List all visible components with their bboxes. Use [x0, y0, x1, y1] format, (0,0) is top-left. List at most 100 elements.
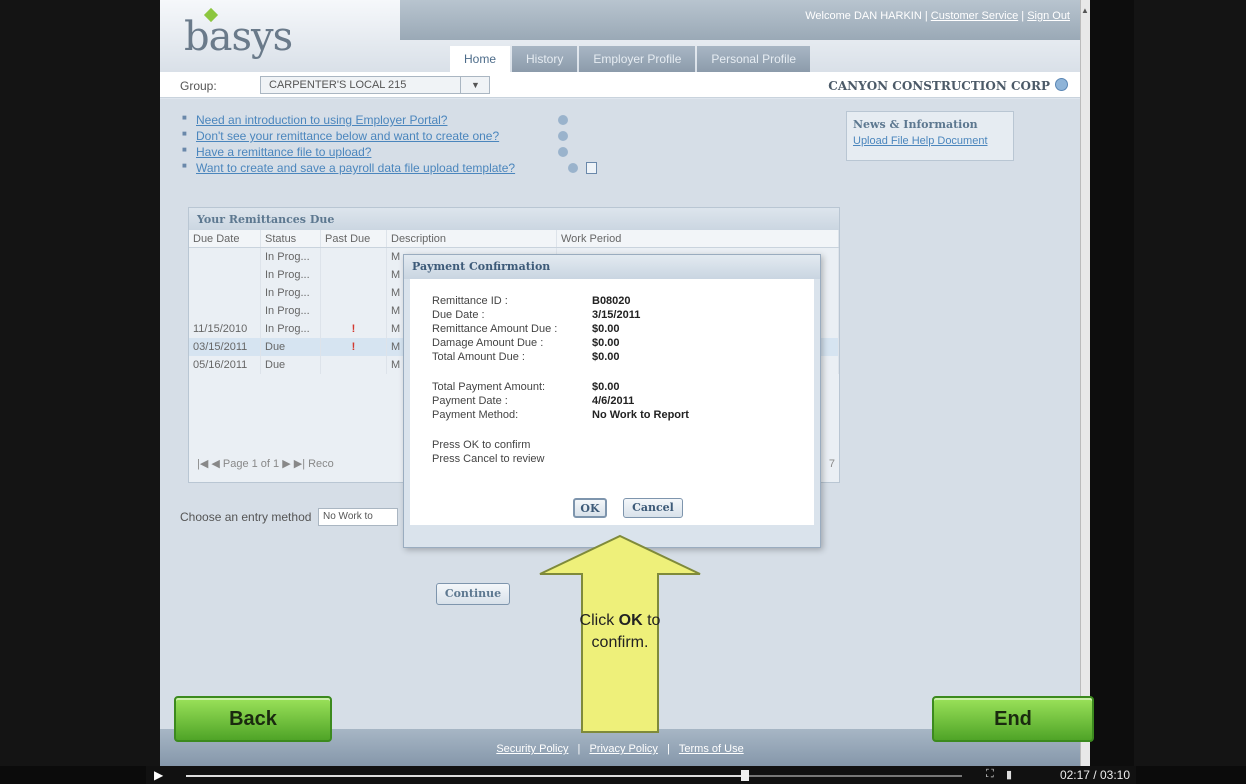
terms-of-use-link[interactable]: Terms of Use	[679, 743, 744, 755]
logo: basys	[184, 14, 293, 60]
cell-status: In Prog...	[261, 320, 321, 338]
fullscreen-icon[interactable]: ⛶	[986, 768, 994, 781]
company-name: CANYON CONSTRUCTION CORP	[828, 79, 1050, 93]
separator: |	[1021, 10, 1025, 22]
field-label: Total Payment Amount:	[432, 381, 546, 393]
separator: |	[666, 743, 670, 755]
cell-due: 11/15/2010	[189, 320, 261, 338]
cell-past-due	[321, 248, 387, 266]
scroll-up-icon[interactable]: ▲	[1081, 6, 1089, 15]
link-upload-template[interactable]: Want to create and save a payroll data f…	[182, 161, 515, 177]
user-links: Welcome DAN HARKIN | Customer Service | …	[805, 10, 1070, 22]
cell-status: Due	[261, 338, 321, 356]
col-past-due[interactable]: Past Due	[321, 230, 387, 247]
pager[interactable]: |◀ ◀ Page 1 of 1 ▶ ▶| Reco	[197, 457, 334, 470]
group-label: Group:	[180, 79, 217, 93]
group-select[interactable]: CARPENTER'S LOCAL 215	[260, 76, 490, 94]
cell-status: In Prog...	[261, 248, 321, 266]
cell-status: In Prog...	[261, 266, 321, 284]
cell-past-due	[321, 266, 387, 284]
seek-handle[interactable]	[740, 770, 749, 781]
field-label: Due Date :	[432, 309, 485, 321]
tab-history[interactable]: History	[512, 46, 578, 72]
callout-text-pre: Click	[579, 612, 619, 629]
group-bar: Group: CARPENTER'S LOCAL 215 ▼ CANYON CO…	[160, 72, 1080, 98]
link-upload-file[interactable]: Have a remittance file to upload?	[182, 145, 515, 161]
welcome-text: Welcome DAN HARKIN |	[805, 10, 928, 22]
end-button[interactable]: End	[932, 696, 1094, 742]
header: basys Welcome DAN HARKIN | Customer Serv…	[160, 0, 1080, 72]
separator: |	[577, 743, 581, 755]
video-frame: basys Welcome DAN HARKIN | Customer Serv…	[0, 0, 1246, 784]
help-icon[interactable]	[558, 115, 568, 125]
left-letterbox	[0, 0, 160, 766]
news-panel: News & Information Upload File Help Docu…	[846, 111, 1014, 161]
damage-amount-value: $0.00	[592, 337, 620, 349]
entry-method-label: Choose an entry method	[180, 510, 312, 524]
help-icon[interactable]	[558, 131, 568, 141]
ok-instruction: Press OK to confirm	[432, 439, 531, 451]
dialog-title: Payment Confirmation	[404, 255, 820, 279]
due-date-value: 3/15/2011	[592, 309, 641, 321]
news-title: News & Information	[853, 118, 978, 131]
cell-due	[189, 284, 261, 302]
cell-past-due	[321, 284, 387, 302]
help-icon[interactable]	[568, 163, 578, 173]
callout-text: Click OK to confirm.	[530, 610, 710, 654]
cell-due	[189, 248, 261, 266]
callout-text-bold: OK	[618, 612, 643, 629]
customer-service-link[interactable]: Customer Service	[931, 10, 1018, 22]
cell-past-due: !	[321, 320, 387, 338]
cell-status: In Prog...	[261, 284, 321, 302]
back-button[interactable]: Back	[174, 696, 332, 742]
link-intro[interactable]: Need an introduction to using Employer P…	[182, 113, 515, 129]
right-letterbox	[1134, 0, 1246, 766]
security-policy-link[interactable]: Security Policy	[496, 743, 568, 755]
payment-date-value: 4/6/2011	[592, 395, 635, 407]
cell-past-due	[321, 302, 387, 320]
video-player-bar: ▶ ⛶ ▮ 02:17 / 03:10	[146, 766, 1136, 784]
remittances-title: Your Remittances Due	[189, 208, 839, 230]
cell-due	[189, 266, 261, 284]
vertical-scrollbar[interactable]	[1080, 0, 1090, 766]
cell-past-due	[321, 356, 387, 374]
remittance-id-value: B08020	[592, 295, 631, 307]
remittance-amount-value: $0.00	[592, 323, 620, 335]
tab-employer-profile[interactable]: Employer Profile	[579, 46, 696, 72]
play-icon[interactable]: ▶	[154, 768, 163, 782]
callout-text-post: to	[642, 612, 661, 629]
cancel-button[interactable]: Cancel	[623, 498, 683, 518]
cell-past-due: !	[321, 338, 387, 356]
col-due-date[interactable]: Due Date	[189, 230, 261, 247]
tab-personal-profile[interactable]: Personal Profile	[697, 46, 811, 72]
pager-count: 7	[828, 458, 835, 470]
help-icon[interactable]	[558, 147, 568, 157]
cell-status: Due	[261, 356, 321, 374]
chevron-down-icon[interactable]: ▼	[460, 76, 490, 94]
continue-button[interactable]: Continue	[436, 583, 510, 605]
seek-progress	[186, 775, 745, 777]
col-status[interactable]: Status	[261, 230, 321, 247]
volume-icon[interactable]: ▮	[1006, 768, 1012, 781]
cell-due: 05/16/2011	[189, 356, 261, 374]
cell-due	[189, 302, 261, 320]
ok-button[interactable]: OK	[573, 498, 607, 518]
cell-due: 03/15/2011	[189, 338, 261, 356]
privacy-policy-link[interactable]: Privacy Policy	[589, 743, 657, 755]
template-doc-icon[interactable]	[586, 162, 597, 174]
grid-header: Due Date Status Past Due Description Wor…	[189, 230, 839, 248]
link-create-remittance[interactable]: Don't see your remittance below and want…	[182, 129, 515, 145]
field-label: Remittance ID :	[432, 295, 508, 307]
help-links: Need an introduction to using Employer P…	[182, 113, 515, 177]
payment-confirmation-dialog: Payment Confirmation Remittance ID : B08…	[403, 254, 821, 548]
col-description[interactable]: Description	[387, 230, 557, 247]
cancel-instruction: Press Cancel to review	[432, 453, 545, 465]
info-icon[interactable]	[1055, 78, 1068, 91]
main-tabs: Home History Employer Profile Personal P…	[450, 46, 812, 72]
upload-help-link[interactable]: Upload File Help Document	[847, 133, 1013, 149]
tab-home[interactable]: Home	[450, 46, 511, 72]
entry-method-select[interactable]: No Work to	[318, 508, 398, 526]
col-work-period[interactable]: Work Period	[557, 230, 839, 247]
sign-out-link[interactable]: Sign Out	[1027, 10, 1070, 22]
field-label: Payment Method:	[432, 409, 519, 421]
